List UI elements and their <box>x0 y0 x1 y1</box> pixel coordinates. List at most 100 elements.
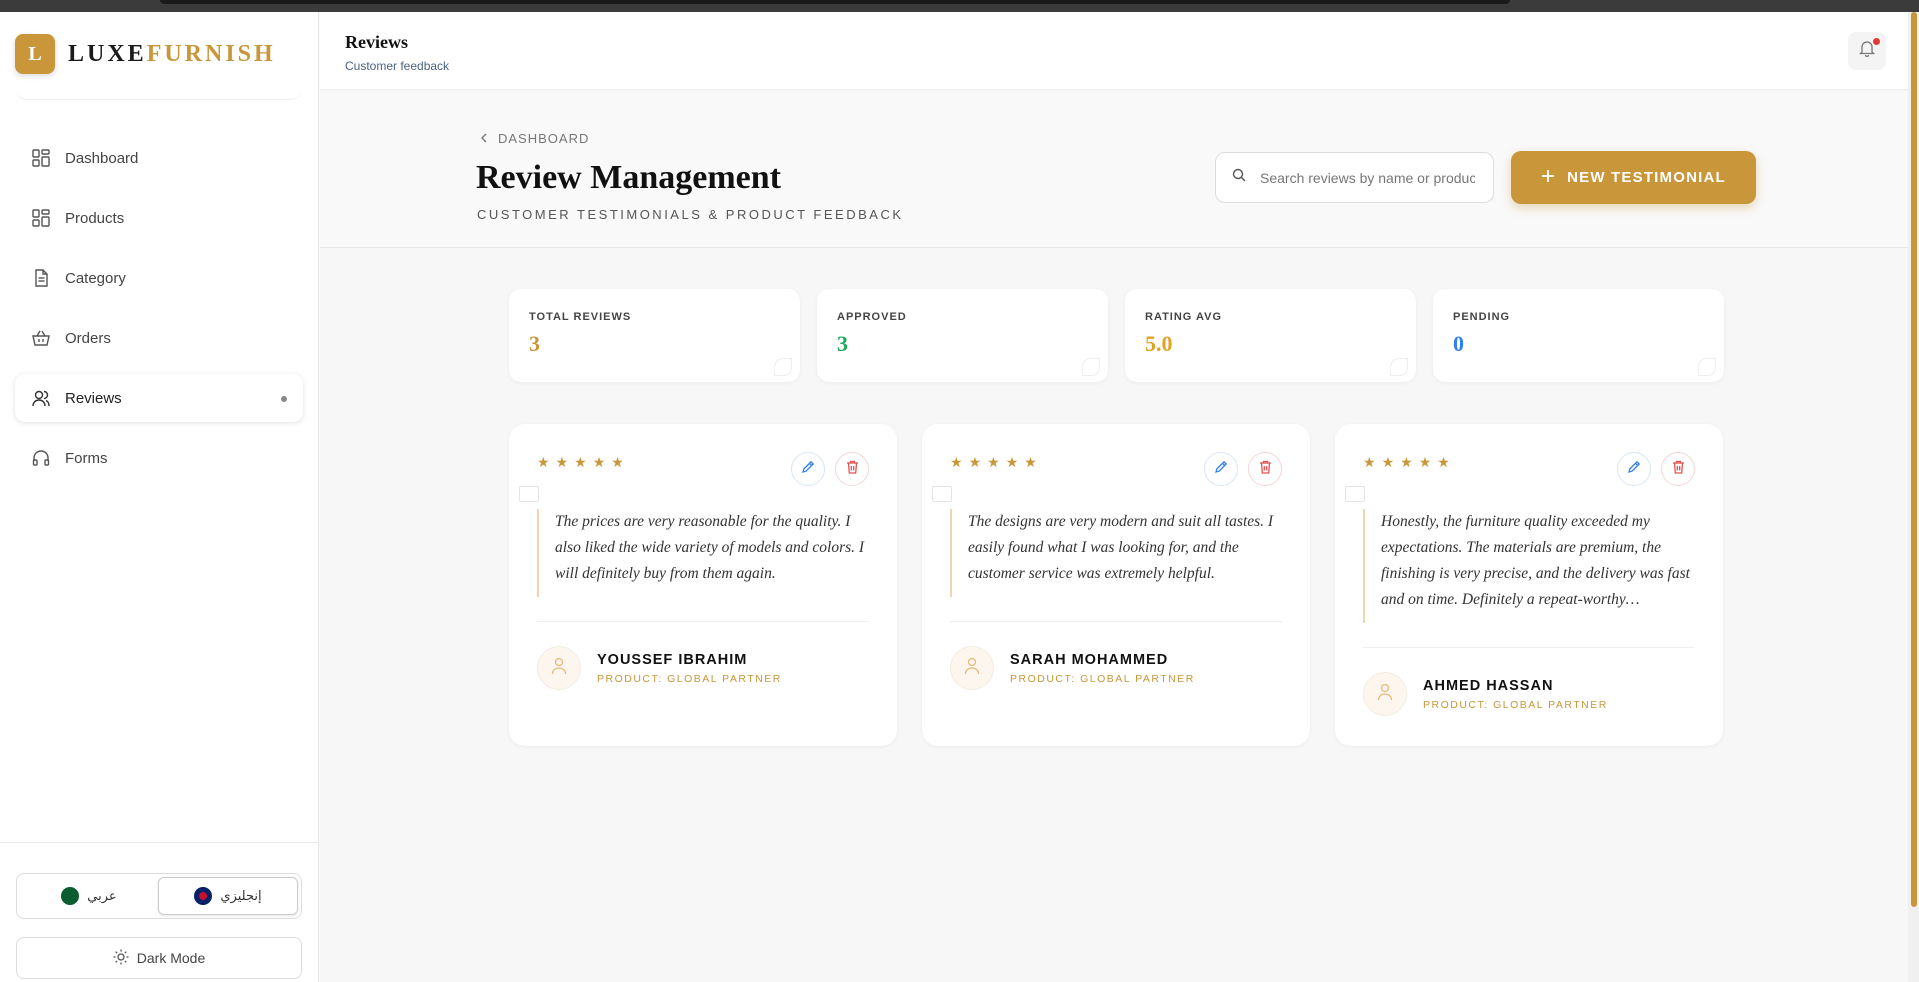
edit-button[interactable] <box>1617 452 1651 486</box>
new-testimonial-button[interactable]: NEW TESTIMONIAL <box>1511 151 1756 204</box>
star-icon: ★ <box>1024 454 1037 470</box>
review-author: AHMED HASSAN PRODUCT: GLOBAL PARTNER <box>1363 672 1695 716</box>
stat-card-rating: RATING AVG 5.0 <box>1125 289 1416 382</box>
stats-row: TOTAL REVIEWS 3 APPROVED 3 RATING AVG 5.… <box>509 289 1724 382</box>
grid-icon <box>31 208 51 228</box>
delete-button[interactable] <box>1661 452 1695 486</box>
dark-mode-button[interactable]: Dark Mode <box>16 937 302 979</box>
review-card: ★ ★ ★ ★ ★ The prices are very reasonable for… <box>509 424 897 746</box>
sidebar-item-orders[interactable]: Orders <box>15 314 303 362</box>
stat-value: 0 <box>1453 331 1464 356</box>
plus-icon <box>1541 169 1555 187</box>
browser-top-strip <box>0 0 1919 12</box>
star-icon: ★ <box>1418 454 1432 470</box>
sidebar-nav: Dashboard Products Category Orders Revie… <box>15 134 303 494</box>
scrollbar-thumb[interactable] <box>1911 12 1917 907</box>
review-author: YOUSSEF IBRAHIM PRODUCT: GLOBAL PARTNER <box>537 646 869 690</box>
basket-icon <box>31 328 51 348</box>
decorative-corner <box>1390 358 1408 376</box>
star-icon: ★ <box>555 454 569 470</box>
review-cards: ★ ★ ★ ★ ★ The prices are very reasonable for… <box>509 424 1724 746</box>
language-switch: عربي إنجليزي <box>16 873 302 919</box>
document-icon <box>31 268 51 288</box>
notifications-button[interactable] <box>1848 32 1886 70</box>
review-text: Honestly, the furniture quality exceeded… <box>1363 509 1695 623</box>
avatar <box>950 646 994 690</box>
sidebar-item-label: Category <box>65 269 126 287</box>
user-icon <box>964 657 980 680</box>
trash-icon <box>846 460 859 479</box>
lang-arabic-button[interactable]: عربي <box>20 877 158 915</box>
search-box <box>1215 152 1494 203</box>
decorative-corner <box>1082 358 1100 376</box>
sidebar-item-forms[interactable]: Forms <box>15 434 303 482</box>
edit-button[interactable] <box>1204 452 1238 486</box>
pencil-icon <box>1627 460 1641 479</box>
stat-card-approved: APPROVED 3 <box>817 289 1108 382</box>
chevron-left-icon <box>480 131 488 146</box>
star-icon: ★ <box>1400 454 1413 470</box>
author-info: YOUSSEF IBRAHIM PRODUCT: GLOBAL PARTNER <box>597 652 782 685</box>
divider <box>537 621 869 622</box>
review-actions <box>1204 452 1282 486</box>
sidebar-item-label: Reviews <box>65 389 122 407</box>
uk-flag-icon <box>194 887 213 905</box>
star-icon: ★ <box>592 454 606 470</box>
stat-card-total: TOTAL REVIEWS 3 <box>509 289 800 382</box>
avatar <box>537 646 581 690</box>
brand-logo[interactable]: L LUXEFURNISH <box>15 34 303 100</box>
lang-english-label: إنجليزي <box>220 888 262 903</box>
sidebar-footer: عربي إنجليزي Dark Mode <box>0 842 319 982</box>
pencil-icon <box>1214 460 1228 479</box>
quote-icon <box>1345 486 1365 502</box>
sidebar: L LUXEFURNISH Dashboard Products Categor… <box>0 12 319 982</box>
trash-icon <box>1672 460 1685 479</box>
stat-value: 3 <box>529 331 540 356</box>
author-name: SARAH MOHAMMED <box>1010 651 1169 668</box>
search-icon <box>1232 168 1246 187</box>
trash-icon <box>1259 460 1272 479</box>
sidebar-item-reviews[interactable]: Reviews <box>15 374 303 422</box>
author-product: PRODUCT: GLOBAL PARTNER <box>1423 698 1608 711</box>
headphones-icon <box>31 448 51 468</box>
author-info: AHMED HASSAN PRODUCT: GLOBAL PARTNER <box>1423 678 1608 711</box>
breadcrumb[interactable]: DASHBOARD <box>480 131 589 146</box>
author-product: PRODUCT: GLOBAL PARTNER <box>1010 672 1195 685</box>
sidebar-item-label: Dashboard <box>65 149 139 167</box>
sidebar-item-category[interactable]: Category <box>15 254 303 302</box>
brand-name: LUXEFURNISH <box>68 41 276 68</box>
users-icon <box>31 388 51 408</box>
active-indicator <box>281 396 287 402</box>
delete-button[interactable] <box>835 452 869 486</box>
review-author: SARAH MOHAMMED PRODUCT: GLOBAL PARTNER <box>950 646 1282 690</box>
review-card: ★ ★ ★ ★ ★ The designs are very modern and su… <box>922 424 1310 746</box>
header-subtitle: Customer feedback <box>345 59 450 73</box>
dark-mode-label: Dark Mode <box>136 950 206 966</box>
decorative-corner <box>1698 358 1716 376</box>
divider <box>950 621 1282 622</box>
search-input[interactable] <box>1260 169 1475 186</box>
logo-badge: L <box>15 34 55 74</box>
sidebar-item-products[interactable]: Products <box>15 194 303 242</box>
star-icon: ★ <box>1005 454 1019 470</box>
sidebar-item-label: Products <box>65 209 125 227</box>
review-actions <box>1617 452 1695 486</box>
star-icon: ★ <box>1437 454 1450 470</box>
star-icon: ★ <box>987 454 1000 470</box>
avatar <box>1363 672 1407 716</box>
delete-button[interactable] <box>1248 452 1282 486</box>
stat-value: 5.0 <box>1145 331 1173 356</box>
brand-name-part2: FURNISH <box>146 41 276 67</box>
divider <box>1363 647 1695 648</box>
lang-english-button[interactable]: إنجليزي <box>158 877 298 915</box>
author-product: PRODUCT: GLOBAL PARTNER <box>597 672 782 685</box>
sidebar-item-dashboard[interactable]: Dashboard <box>15 134 303 182</box>
user-icon <box>551 657 567 680</box>
star-icon: ★ <box>537 454 550 470</box>
lang-arabic-label: عربي <box>87 888 117 903</box>
stat-label: TOTAL REVIEWS <box>529 311 632 323</box>
sidebar-item-label: Forms <box>65 449 108 467</box>
header-title: Reviews <box>345 32 408 52</box>
page-title: Review Management <box>476 159 781 196</box>
edit-button[interactable] <box>791 452 825 486</box>
